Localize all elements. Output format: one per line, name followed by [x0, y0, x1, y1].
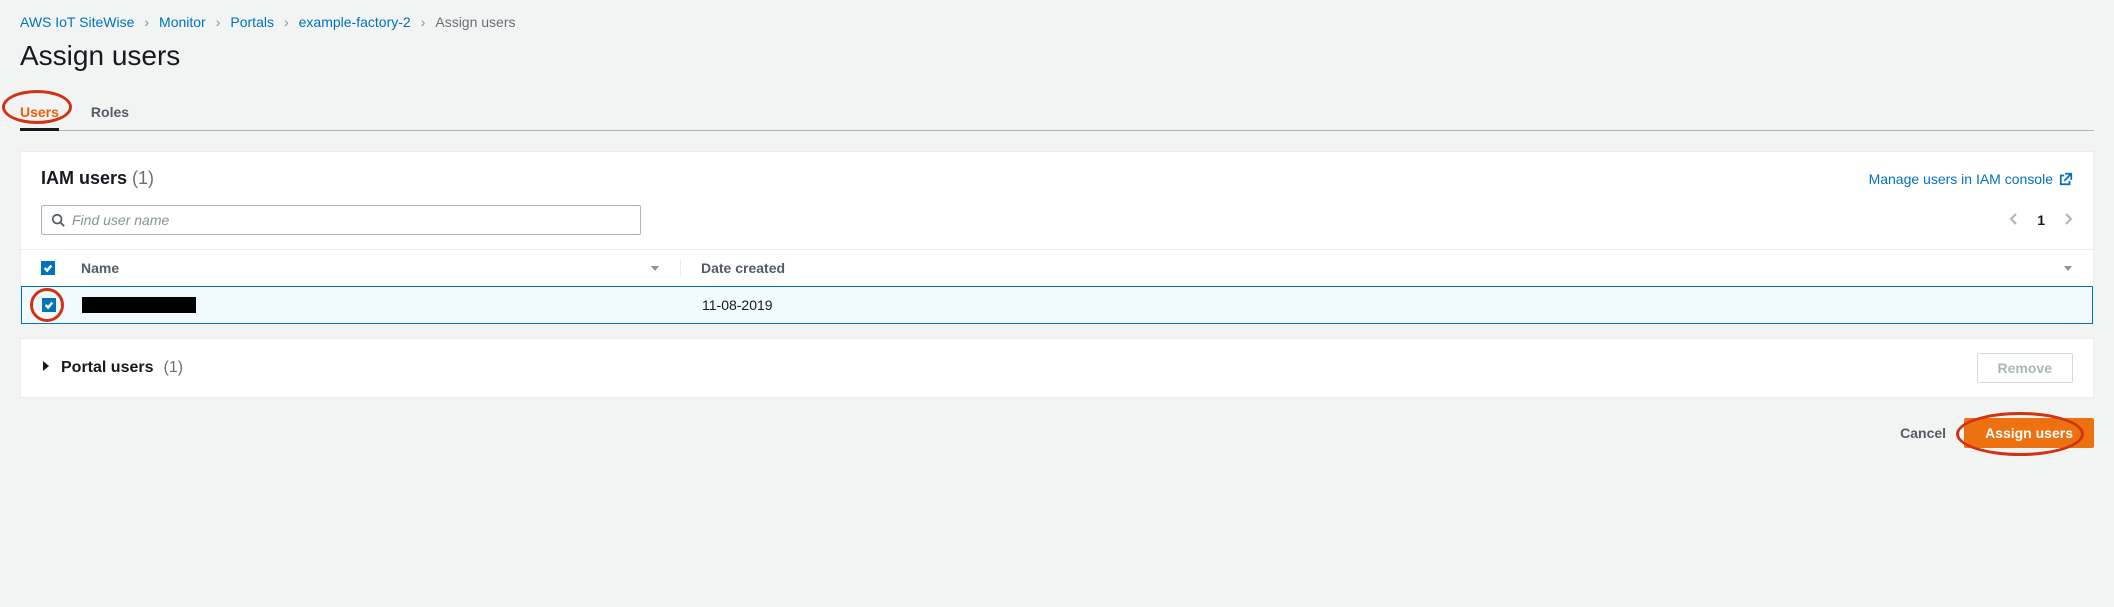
user-name-redacted	[82, 297, 196, 313]
remove-button[interactable]: Remove	[1977, 353, 2073, 383]
row-checkbox[interactable]	[42, 298, 56, 312]
assign-users-button[interactable]: Assign users	[1964, 418, 2094, 448]
iam-users-title: IAM users (1)	[41, 168, 154, 189]
breadcrumb: AWS IoT SiteWise › Monitor › Portals › e…	[20, 14, 2094, 30]
breadcrumb-link-monitor[interactable]: Monitor	[159, 14, 206, 30]
chevron-right-icon: ›	[284, 14, 289, 30]
caret-right-icon[interactable]	[41, 359, 51, 377]
chevron-left-icon	[2009, 212, 2019, 226]
chevron-right-icon	[2063, 212, 2073, 226]
chevron-right-icon: ›	[421, 14, 426, 30]
pagination: 1	[2009, 212, 2073, 229]
column-header-date-created[interactable]: Date created	[701, 260, 785, 276]
portal-users-title: Portal users	[61, 359, 153, 377]
pagination-prev[interactable]	[2009, 212, 2019, 229]
table-row[interactable]: 11-08-2019	[21, 286, 2093, 324]
tab-roles[interactable]: Roles	[91, 94, 129, 130]
breadcrumb-link-portal-name[interactable]: example-factory-2	[299, 14, 411, 30]
breadcrumb-link-portals[interactable]: Portals	[230, 14, 274, 30]
external-link-icon	[2059, 172, 2073, 186]
search-icon	[51, 213, 65, 227]
search-input[interactable]	[41, 205, 641, 235]
tab-users[interactable]: Users	[20, 94, 59, 130]
sort-icon[interactable]	[650, 260, 660, 276]
column-header-name[interactable]: Name	[81, 260, 119, 276]
pagination-next[interactable]	[2063, 212, 2073, 229]
search-wrap	[41, 205, 641, 235]
sort-icon[interactable]	[2063, 260, 2073, 276]
table-header: Name Date created	[21, 249, 2093, 287]
user-date-created: 11-08-2019	[702, 297, 773, 313]
portal-users-panel: Portal users (1) Remove	[20, 338, 2094, 398]
iam-users-panel: IAM users (1) Manage users in IAM consol…	[20, 151, 2094, 324]
select-all-checkbox[interactable]	[41, 261, 55, 275]
iam-users-table: Name Date created	[21, 249, 2093, 324]
breadcrumb-current: Assign users	[435, 14, 515, 30]
pagination-page-number: 1	[2037, 212, 2045, 228]
iam-users-title-text: IAM users	[41, 168, 127, 188]
chevron-right-icon: ›	[144, 14, 149, 30]
chevron-right-icon: ›	[216, 14, 221, 30]
cancel-button[interactable]: Cancel	[1900, 425, 1946, 441]
iam-users-count: (1)	[132, 168, 154, 188]
manage-users-link[interactable]: Manage users in IAM console	[1869, 171, 2073, 187]
portal-users-count: (1)	[163, 359, 183, 377]
tabs: Users Roles	[20, 94, 2094, 131]
manage-users-link-text: Manage users in IAM console	[1869, 171, 2053, 187]
breadcrumb-link-sitewise[interactable]: AWS IoT SiteWise	[20, 14, 134, 30]
footer-actions: Cancel Assign users	[20, 418, 2094, 448]
page-title: Assign users	[20, 40, 2094, 72]
